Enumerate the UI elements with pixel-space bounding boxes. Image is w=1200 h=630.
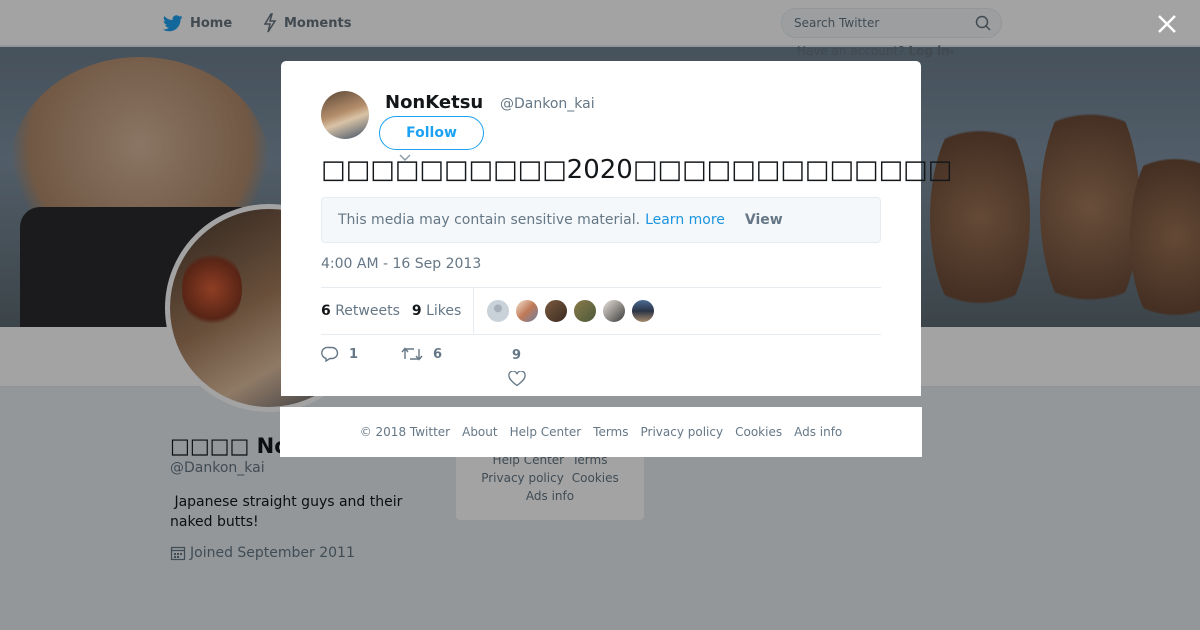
reply-icon	[321, 346, 339, 362]
footer-terms[interactable]: Terms	[593, 425, 628, 439]
footer-ads-info[interactable]: Ads info	[794, 425, 842, 439]
liker-avatar[interactable]	[573, 299, 598, 323]
liker-avatar[interactable]	[544, 299, 569, 323]
retweets-label: Retweets	[335, 303, 400, 319]
view-media-button[interactable]: View	[745, 212, 783, 228]
like-button[interactable]	[508, 370, 526, 391]
tweet-text: □□□□□□□□□□2020□□□□□□□□□□□□□	[321, 155, 953, 185]
like-count: 9	[512, 348, 522, 363]
learn-more-link[interactable]: Learn more	[645, 212, 725, 228]
tweet-timestamp[interactable]: 4:00 AM - 16 Sep 2013	[321, 256, 481, 272]
tweet-actions: 1 6 9	[321, 346, 621, 387]
stats-divider	[473, 287, 475, 335]
footer-about[interactable]: About	[462, 425, 497, 439]
liker-avatar[interactable]	[602, 299, 627, 323]
retweet-button[interactable]: 6	[401, 346, 442, 362]
sensitive-media-notice: This media may contain sensitive materia…	[321, 197, 881, 243]
tweet-stats: 6 Retweets 9 Likes	[321, 287, 881, 335]
tweet-author-avatar[interactable]	[321, 91, 369, 139]
reply-button[interactable]: 1	[321, 346, 358, 362]
modal-footer: © 2018 Twitter About Help Center Terms P…	[280, 407, 922, 457]
likes-stat[interactable]: 9 Likes	[412, 303, 461, 319]
likers-avatars	[486, 299, 656, 323]
reply-count: 1	[349, 346, 359, 362]
likes-label: Likes	[426, 303, 462, 319]
retweet-icon	[401, 347, 423, 361]
footer-help-center[interactable]: Help Center	[510, 425, 582, 439]
footer-copyright: © 2018 Twitter	[359, 425, 451, 439]
tweet-author-handle[interactable]: @Dankon_kai	[500, 96, 595, 112]
liker-avatar[interactable]	[515, 299, 540, 323]
close-button[interactable]	[1154, 11, 1180, 37]
sensitive-notice-text: This media may contain sensitive materia…	[338, 212, 641, 228]
follow-button-label: Follow	[406, 125, 457, 141]
footer-privacy[interactable]: Privacy policy	[641, 425, 724, 439]
likes-count: 9	[411, 303, 422, 319]
liker-avatar[interactable]	[631, 299, 656, 323]
follow-button[interactable]: Follow	[379, 116, 484, 150]
tweet-author-name[interactable]: NonKetsu	[385, 92, 483, 113]
retweets-count: 6	[321, 303, 331, 319]
liker-avatar[interactable]	[486, 299, 511, 323]
footer-cookies[interactable]: Cookies	[735, 425, 782, 439]
retweet-count: 6	[433, 346, 443, 362]
tweet-permalink-card: NonKetsu @Dankon_kai Follow □□□□□□□□□□20…	[281, 61, 952, 396]
heart-icon	[508, 370, 526, 387]
retweets-stat[interactable]: 6 Retweets	[321, 303, 400, 319]
close-icon	[1158, 15, 1176, 33]
